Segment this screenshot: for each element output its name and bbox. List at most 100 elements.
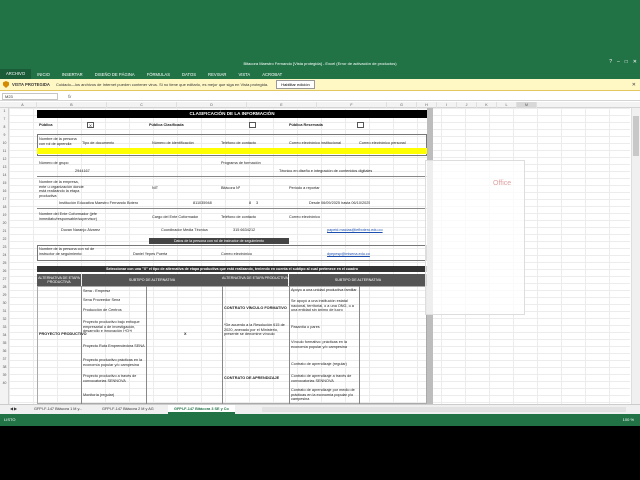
protected-view-message: Cuidado—los archivos de Internet pueden … [55, 82, 269, 87]
tab-insertar[interactable]: INSERTAR [56, 72, 89, 77]
close-icon[interactable]: ✕ [632, 82, 636, 88]
row-header[interactable]: 21 [0, 229, 9, 233]
row-header[interactable]: 35 [0, 341, 9, 345]
row-header[interactable]: 8 [0, 125, 9, 129]
coformador-correo-label: Correo electrónico [289, 215, 321, 219]
row-header[interactable]: 26 [0, 269, 9, 273]
programa-label: Programa de formación [221, 161, 261, 165]
row-header[interactable]: 15 [0, 181, 9, 185]
coformador-label: Nombre del Ente Coformador (jefe inmedia… [39, 212, 98, 221]
nit-value: 811035948 [193, 201, 212, 205]
enable-editing-button[interactable]: Habilitar edición [276, 80, 315, 89]
row-headers: 1 7 8 9 10 11 12 13 14 15 16 17 18 19 20… [0, 108, 9, 404]
row-header[interactable]: 17 [0, 197, 9, 201]
tab-formulas[interactable]: FÓRMULAS [141, 72, 176, 77]
left-option-mark[interactable]: X [184, 332, 187, 337]
tab-diseno-pagina[interactable]: DISEÑO DE PÁGINA [89, 72, 141, 77]
sheet-tab[interactable]: GFPI-F-147 Bitácora 2 M y AG [96, 405, 160, 414]
shield-icon [3, 81, 9, 88]
numero-identificacion-label: Número de identificación [152, 141, 194, 145]
coformador-telefono-value: 315 6634212 [233, 228, 256, 232]
name-box[interactable]: M23 [2, 92, 58, 100]
right-option: Se apoyó a una institución estatal nacio… [291, 299, 354, 313]
sheet-tab[interactable]: GFPI-F-147 Bitácora 1 M y... [28, 405, 88, 414]
publica-reservada-label: Pública Reservada [289, 123, 323, 127]
protected-view-bar: VISTA PROTEGIDA Cuidado—los archivos de … [0, 79, 640, 91]
row-header[interactable]: 10 [0, 141, 9, 145]
status-text: LISTO [4, 417, 16, 422]
tab-revisar[interactable]: REVISAR [202, 72, 232, 77]
row-header[interactable]: 12 [0, 157, 9, 161]
row-header[interactable]: 33 [0, 325, 9, 329]
row-header[interactable]: 40 [0, 381, 9, 385]
instructor-label: Nombre de la persona con rol de instruct… [39, 247, 95, 256]
zoom-level[interactable]: 100 % [623, 417, 634, 422]
row-header[interactable]: 18 [0, 205, 9, 209]
tab-archivo[interactable]: ARCHIVO [0, 69, 32, 79]
publica-checkbox[interactable]: X [87, 122, 94, 128]
coformador-value: Duvan Naranjo Álvarez [61, 228, 101, 232]
right-option: Contrato de aprendizaje a través de conv… [291, 374, 352, 383]
sheet-tabs-bar: ◀ ▶ GFPI-F-147 Bitácora 1 M y... GFPI-F-… [0, 404, 640, 414]
row-header[interactable]: 39 [0, 373, 9, 377]
row-header[interactable]: 19 [0, 213, 9, 217]
cargo-label: Cargo del Ente Coformador [152, 215, 199, 219]
maximize-button[interactable]: □ [625, 59, 628, 65]
fx-icon[interactable]: fx [68, 94, 71, 99]
help-icon[interactable]: ? [609, 59, 612, 65]
tab-inicio[interactable]: INICIO [31, 72, 56, 77]
row-header[interactable]: 1 [0, 109, 9, 113]
row-header[interactable]: 13 [0, 165, 9, 169]
horizontal-scrollbar[interactable] [262, 407, 626, 412]
row-header[interactable]: 28 [0, 285, 9, 289]
alternativa-header-right: ALTERNATIVA DE ETAPA PRODUCTIVA [222, 274, 288, 286]
row-header[interactable]: 30 [0, 301, 9, 305]
select-instruction-bar: Seleccionar con una "X" el tipo de alter… [37, 266, 427, 272]
row-header[interactable]: 25 [0, 261, 9, 265]
tab-vista[interactable]: VISTA [232, 72, 256, 77]
tab-datos[interactable]: DATOS [176, 72, 202, 77]
close-button[interactable]: ✕ [633, 59, 637, 65]
left-option: Sena Proveedor Sena [83, 298, 121, 302]
row-header[interactable]: 38 [0, 365, 9, 369]
row-header[interactable]: 24 [0, 253, 9, 257]
subtipo-header-left: SUBTIPO DE ALTERNATIVA [82, 274, 222, 286]
reservada-checkbox[interactable] [357, 122, 364, 128]
subtipo-header-right: SUBTIPO DE ALTERNATIVA [289, 274, 427, 286]
row-header[interactable]: 16 [0, 189, 9, 193]
vertical-scrollbar[interactable] [631, 108, 640, 404]
row-header[interactable]: 29 [0, 293, 9, 297]
row-header[interactable]: 11 [0, 149, 9, 153]
row-header[interactable]: 14 [0, 173, 9, 177]
aprendiz-input-row[interactable] [37, 148, 427, 154]
bitacora-value: 3 [256, 201, 259, 205]
row-header[interactable]: 9 [0, 133, 9, 137]
row-header[interactable]: 7 [0, 117, 9, 121]
clasificada-checkbox[interactable] [249, 122, 256, 128]
programa-value: Técnico en diseño e integración de conte… [279, 169, 373, 173]
grid-line [146, 286, 147, 404]
row-header[interactable]: 27 [0, 277, 9, 281]
instructor-correo-link[interactable]: dyepesp@misena.edu.co [327, 252, 370, 257]
empresa-value: Institución Educativa Maestro Fernando B… [59, 201, 139, 205]
row-header[interactable]: 23 [0, 245, 9, 249]
sheet-tab-active[interactable]: GFPI-F-147 Bitácora 3 SE y Co [168, 405, 235, 414]
correo-personal-label: Correo electrónico personal [359, 141, 406, 145]
numero-grupo-label: Número de grupo [39, 161, 69, 165]
row-header[interactable]: 22 [0, 237, 9, 241]
row-header[interactable]: 20 [0, 221, 9, 225]
row-header[interactable]: 31 [0, 309, 9, 313]
coformador-correo-link[interactable]: papeid.macias@iefbotero.edu.co [327, 228, 383, 233]
scroll-thumb[interactable] [633, 116, 639, 156]
worksheet[interactable]: CLASIFICACIÓN DE LA INFORMACIÓN Pública … [9, 108, 630, 404]
row-header[interactable]: 36 [0, 349, 9, 353]
window-title: Bitacora Maestro Fernando [Vista protegi… [243, 61, 397, 66]
row-header[interactable]: 34 [0, 333, 9, 337]
right-option: Pasantía o pares [291, 325, 320, 329]
row-header[interactable]: 32 [0, 317, 9, 321]
window-controls: ? – □ ✕ [609, 59, 637, 65]
row-header[interactable]: 37 [0, 357, 9, 361]
nav-arrows-icon[interactable]: ◀ ▶ [4, 405, 23, 414]
tab-acrobat[interactable]: ACROBAT [256, 72, 288, 77]
minimize-button[interactable]: – [617, 59, 620, 65]
